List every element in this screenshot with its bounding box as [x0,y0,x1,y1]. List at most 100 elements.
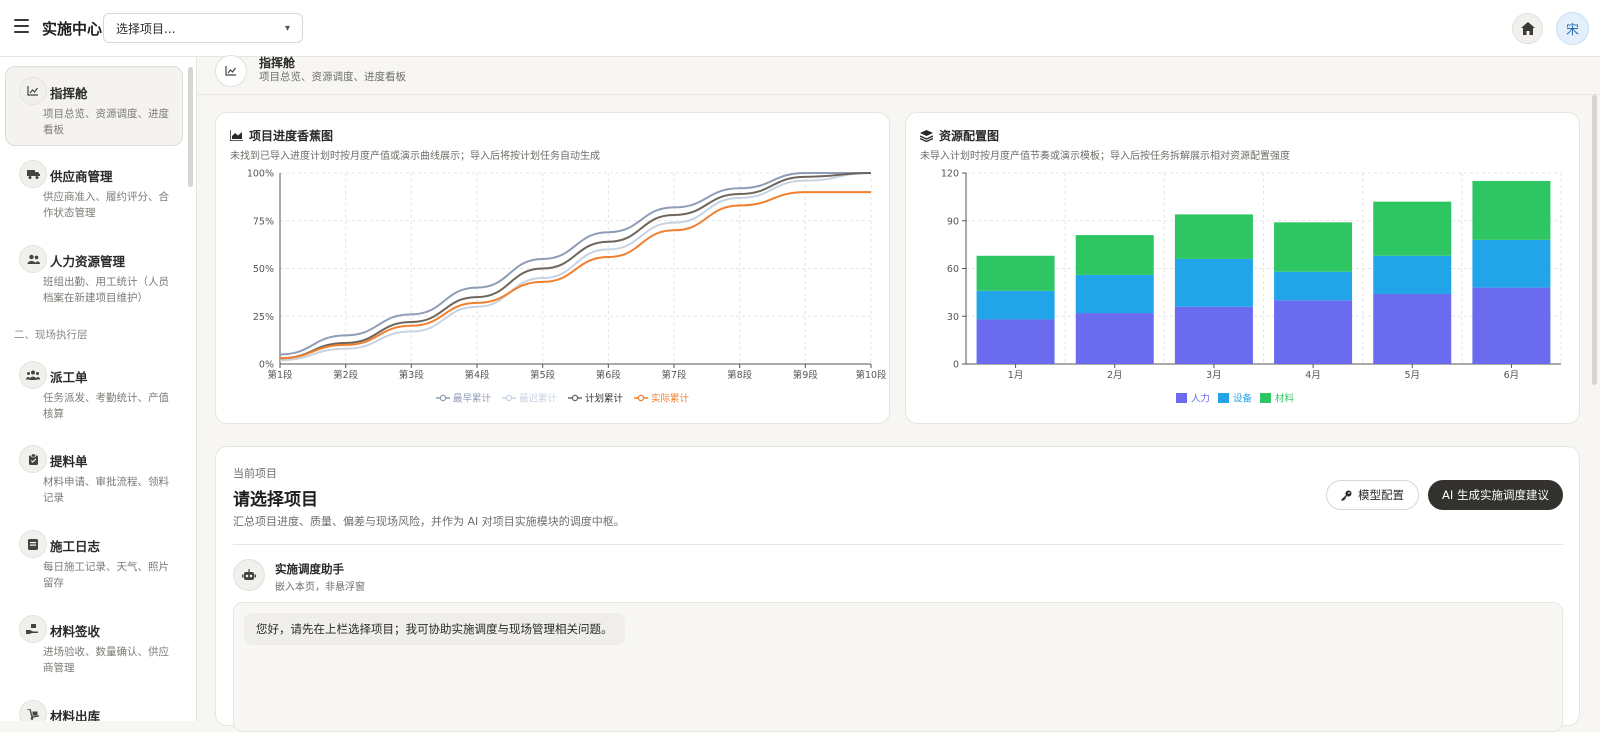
app-title: 实施中心 [42,20,103,38]
x-tick-label: 第3段 [399,369,425,381]
sidebar-item-material-request[interactable]: 提料单 材料申请、审批流程、领料记录 [5,435,183,515]
resource-bar-chart: 0 30 60 90 120 1月 2月 3月 4月 5月 6月人力 设备 材料 [941,169,1562,405]
sidebar-item-desc: 项目总览、资源调度、进度看板 [43,108,169,136]
resource-chart-title: 资源配置图 [920,127,999,144]
sidebar-item-hr[interactable]: 人力资源管理 班组出勤、用工统计（人员档案在新建项目维护） [5,235,183,315]
assistant-message: 您好，请先在上栏选择项目；我可协助实施调度与现场管理相关问题。 [244,613,625,645]
sidebar-item-desc: 材料申请、审批流程、领料记录 [43,476,169,504]
sidebar-scrollbar[interactable] [188,67,193,187]
bar-segment [1174,306,1253,364]
sidebar-item-desc: 每日施工记录、天气、照片留存 [43,561,169,589]
progress-line-chart: 0% 25% 50% 75% 100% 第1段 第2段 第3段 第4段 第5段 第6段 第7段 第8段 第… [247,169,887,405]
y-tick-label: 75% [253,216,274,227]
x-tick-label: 第7段 [661,369,687,381]
x-tick-label: 第6段 [596,369,622,381]
legend-label: 设备 [1233,393,1253,405]
bar-segment [1174,214,1253,259]
legend-label: 材料 [1275,393,1295,405]
y-tick-label: 0% [259,360,274,371]
clipboard-icon [19,445,47,473]
model-config-label: 模型配置 [1358,488,1404,502]
sidebar-item-label: 人力资源管理 [50,254,126,269]
sidebar-item-desc: 任务派发、考勤统计、产值核算 [43,392,169,420]
sidebar-section-label: 二、现场执行层 [14,329,88,341]
chart-icon [215,55,247,87]
current-project-label: 当前项目 [233,467,277,480]
journal-icon [19,530,47,558]
y-tick-label: 50% [253,264,274,275]
y-tick-label: 30 [947,312,959,323]
divider [233,544,1563,545]
bar-segment [1472,287,1551,364]
bar-segment [976,319,1055,364]
sidebar-item-label: 指挥舱 [50,86,88,101]
bar-segment [1075,313,1154,364]
chart-icon [19,77,47,105]
progress-chart-card: 项目进度香蕉图 未找到已导入进度计划时按月度产值或演示曲线展示；导入后将按计划任… [215,112,890,424]
x-tick-label: 1月 [1008,370,1024,381]
legend-label: 最早累计 [453,393,492,405]
project-select[interactable]: 选择项目... ▾ [103,13,303,43]
sidebar-item-label: 施工日志 [50,539,101,554]
sidebar-item-supplier[interactable]: 供应商管理 供应商准入、履约评分、合作状态管理 [5,150,183,230]
menu-icon[interactable] [14,19,29,33]
page-desc: 项目总览、资源调度、进度看板 [259,71,406,83]
legend-label: 实际累计 [651,393,690,405]
top-bar: 实施中心 选择项目... ▾ 宋 [0,0,1600,57]
x-tick-label: 5月 [1404,370,1420,381]
sidebar-item-label: 材料签收 [50,624,101,639]
legend-marker-dot [505,394,513,402]
y-tick-label: 25% [253,312,274,323]
progress-chart-title-text: 项目进度香蕉图 [249,129,334,143]
bar-segment [1274,300,1353,364]
bar-segment [1373,201,1452,256]
project-desc: 汇总项目进度、质量、偏差与现场风险，并作为 AI 对项目实施模块的调度中枢。 [233,515,625,528]
sidebar-item-label: 供应商管理 [50,169,113,184]
legend-label: 人力 [1191,393,1210,405]
legend-marker-dot [439,394,447,402]
layers-icon [920,129,933,142]
truck-icon [19,160,47,188]
sidebar-item-material-outbound[interactable]: 材料出库 [5,690,183,721]
model-config-button[interactable]: 模型配置 [1326,480,1419,510]
x-tick-label: 2月 [1107,370,1123,381]
legend-marker [1260,393,1271,403]
main-scrollbar[interactable] [1592,95,1597,385]
bar-segment [1373,293,1452,364]
sidebar-item-label: 提料单 [50,454,88,469]
legend-label: 计划累计 [585,393,624,405]
x-tick-label: 6月 [1504,370,1520,381]
sidebar-item-command[interactable]: 指挥舱 项目总览、资源调度、进度看板 [5,66,183,146]
avatar[interactable]: 宋 [1556,12,1589,45]
x-tick-label: 第4段 [464,369,490,381]
y-tick-label: 0 [953,360,959,371]
legend-marker [1176,393,1187,403]
legend-marker-dot [637,394,645,402]
project-card: 当前项目 请选择项目 汇总项目进度、质量、偏差与现场风险，并作为 AI 对项目实… [215,446,1580,732]
home-button[interactable] [1512,13,1543,44]
sidebar-item-material-receipt[interactable]: 材料签收 进场验收、数量确认、供应商管理 [5,605,183,685]
y-tick-label: 120 [941,169,959,180]
sidebar-item-dispatch[interactable]: 派工单 任务派发、考勤统计、产值核算 [5,351,183,431]
home-icon [1520,22,1535,35]
team-icon [19,361,47,389]
project-title: 请选择项目 [233,490,318,510]
bar-segment [976,255,1055,291]
series-line [279,191,871,360]
project-select-value: 选择项目... [116,21,176,36]
x-tick-label: 第9段 [793,369,819,381]
sidebar-item-construction-log[interactable]: 施工日志 每日施工记录、天气、照片留存 [5,520,183,600]
x-tick-label: 第10段 [855,369,887,381]
x-tick-label: 第2段 [333,369,359,381]
users-icon [19,245,47,273]
x-tick-label: 3月 [1206,370,1222,381]
bar-segment [1472,180,1551,240]
y-tick-label: 100% [247,169,274,180]
legend-marker [1218,393,1229,403]
dolly-icon [19,700,47,721]
bar-segment [1274,222,1353,272]
receive-icon [19,615,47,643]
ai-suggest-button[interactable]: AI 生成实施调度建议 [1428,480,1563,510]
sidebar-item-desc: 进场验收、数量确认、供应商管理 [43,646,169,674]
sidebar-item-label: 材料出库 [50,709,101,721]
